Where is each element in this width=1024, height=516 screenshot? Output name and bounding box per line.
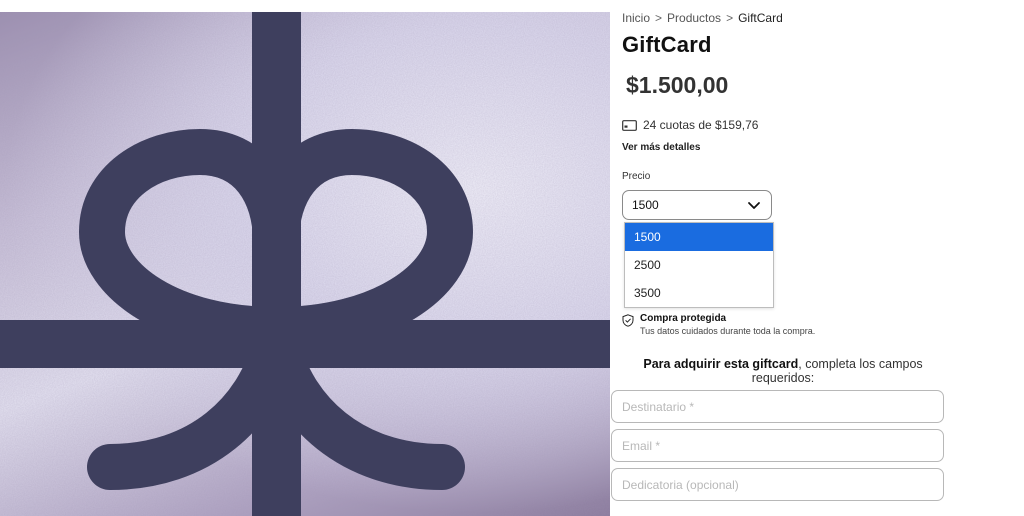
form-instructions: Para adquirir esta giftcard, completa lo…	[622, 357, 944, 385]
shield-check-icon	[622, 314, 634, 327]
product-image	[0, 12, 610, 516]
dedication-input[interactable]	[611, 468, 944, 501]
protected-purchase-subtitle: Tus datos cuidados durante toda la compr…	[640, 326, 816, 336]
breadcrumb-current: GiftCard	[738, 11, 783, 25]
price-select[interactable]: 1500	[622, 190, 772, 220]
breadcrumb-separator: >	[655, 11, 663, 25]
price-select-value: 1500	[632, 198, 659, 212]
price-select-label: Precio	[622, 171, 651, 182]
protected-purchase-title: Compra protegida	[640, 313, 727, 324]
price-option[interactable]: 1500	[625, 223, 773, 251]
price-option[interactable]: 3500	[625, 279, 773, 307]
form-instructions-bold: Para adquirir esta giftcard	[643, 357, 799, 371]
protected-purchase: Compra protegida Tus datos cuidados dura…	[622, 313, 815, 336]
breadcrumb-home-link[interactable]: Inicio	[622, 11, 650, 25]
installments-info: 24 cuotas de $159,76	[622, 118, 758, 132]
breadcrumb: Inicio > Productos > GiftCard	[622, 11, 783, 25]
email-input[interactable]	[611, 429, 944, 462]
credit-card-icon	[622, 119, 637, 131]
recipient-input[interactable]	[611, 390, 944, 423]
price-option[interactable]: 2500	[625, 251, 773, 279]
more-details-link[interactable]: Ver más detalles	[622, 142, 700, 153]
breadcrumb-category-link[interactable]: Productos	[667, 11, 721, 25]
price-options-list: 1500 2500 3500	[624, 222, 774, 308]
chevron-down-icon	[748, 202, 760, 209]
installments-text: 24 cuotas de $159,76	[643, 118, 759, 132]
product-title: GiftCard	[622, 32, 712, 57]
product-price: $1.500,00	[626, 72, 729, 98]
breadcrumb-separator: >	[726, 11, 734, 25]
gift-ribbon-illustration	[0, 12, 610, 516]
